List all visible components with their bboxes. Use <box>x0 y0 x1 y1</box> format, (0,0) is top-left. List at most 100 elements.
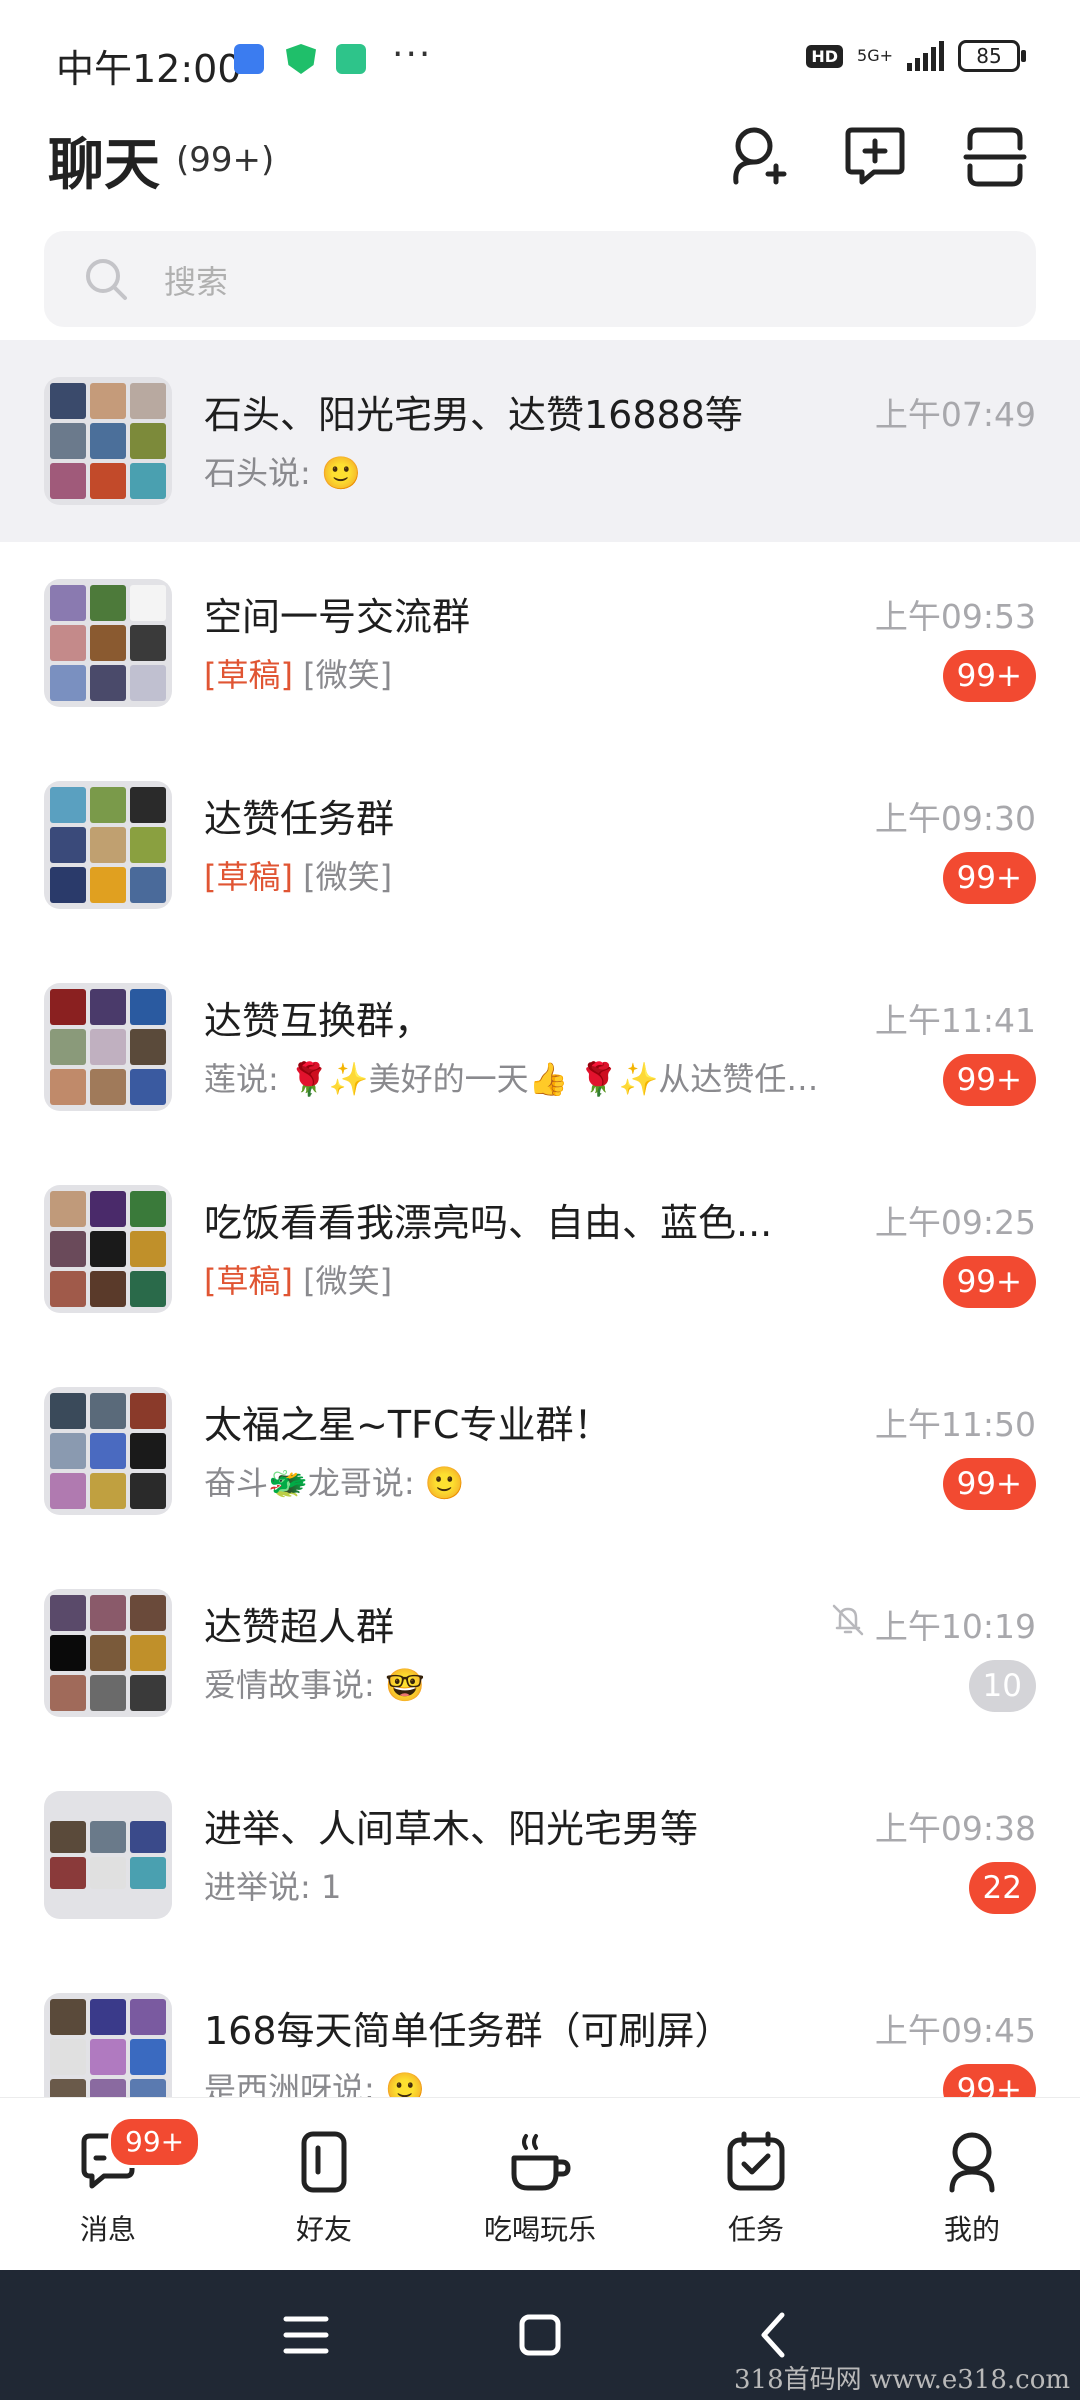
group-avatar <box>44 377 172 505</box>
chat-name: 达赞互换群， <box>204 999 433 1043</box>
chat-time: 上午09:45 <box>874 2011 1036 2050</box>
shield-icon <box>286 44 316 74</box>
chat-preview: [草稿] [微笑] <box>204 852 392 898</box>
tab-unread-badge: 99+ <box>108 2116 202 2168</box>
chat-time: 上午11:50 <box>874 1405 1036 1444</box>
scan-button[interactable] <box>958 120 1032 194</box>
chat-name: 达赞超人群 <box>204 1605 395 1649</box>
chat-time: 上午09:53 <box>874 597 1036 636</box>
chat-name: 太福之星~TFC专业群！ <box>204 1403 612 1447</box>
chat-preview: 奋斗🐲龙哥说: 🙂 <box>204 1464 465 1502</box>
signal-icon <box>907 41 944 71</box>
page-header: 聊天 (99+) <box>0 120 1080 220</box>
group-avatar <box>44 1589 172 1717</box>
chat-name: 吃饭看看我漂亮吗、自由、蓝色... <box>204 1201 773 1245</box>
hd-voice-icon: HD <box>806 44 844 68</box>
chat-item[interactable]: 达赞任务群 上午09:30 [草稿] [微笑] 99+ <box>0 744 1080 946</box>
group-avatar <box>44 983 172 1111</box>
menu-icon[interactable] <box>276 2305 336 2365</box>
tab-label: 消息 <box>79 2213 136 2246</box>
chat-preview: 是西洲呀说: 🙂 <box>204 2070 425 2097</box>
profile-icon <box>949 2132 995 2193</box>
chat-preview: [草稿] [微笑] <box>204 1256 392 1302</box>
battery-indicator: 85 <box>958 40 1026 72</box>
back-icon[interactable] <box>744 2305 804 2365</box>
unread-badge: 99+ <box>942 1458 1036 1510</box>
unread-badge: 99+ <box>942 852 1036 904</box>
coffee-cup-icon <box>511 2134 571 2191</box>
chat-item[interactable]: 168每天简单任务群（可刷屏） 上午09:45 是西洲呀说: 🙂 99+ <box>0 1956 1080 2097</box>
unread-count: (99+) <box>176 140 275 180</box>
group-avatar <box>44 1993 172 2097</box>
unread-badge: 10 <box>968 1660 1036 1712</box>
add-friend-button[interactable] <box>720 120 794 194</box>
chat-item[interactable]: 达赞超人群 上午10:19 爱情故事说: 🤓 10 <box>0 1552 1080 1754</box>
tab-label: 任务 <box>727 2213 784 2246</box>
draft-text: [微笑] <box>303 656 393 694</box>
mute-bell-icon <box>832 1604 864 1636</box>
status-bar: 中午12:00 ··· HD 5G+ 85 <box>0 0 1080 120</box>
draft-text: [微笑] <box>303 1262 393 1300</box>
tab-friends[interactable]: 好友 <box>216 2098 432 2271</box>
chat-preview: [草稿] [微笑] <box>204 650 392 696</box>
chat-item[interactable]: 达赞互换群， 上午11:41 莲说: 🌹✨美好的一天👍 🌹✨从达赞任… 99+ <box>0 946 1080 1148</box>
page-title: 聊天 <box>48 133 160 198</box>
chat-time: 上午11:41 <box>874 1001 1036 1040</box>
unread-badge: 22 <box>968 1862 1036 1914</box>
chat-list[interactable]: 石头、阳光宅男、达赞16888等 上午07:49 石头说: 🙂 空间一号交流群 … <box>0 340 1080 2097</box>
chat-preview: 进举说: 1 <box>204 1868 342 1906</box>
search-input[interactable]: 搜索 <box>44 231 1036 327</box>
unread-badge: 99+ <box>942 2064 1036 2097</box>
tab-label: 我的 <box>943 2213 1000 2246</box>
chat-time: 上午09:25 <box>874 1203 1036 1242</box>
chat-item[interactable]: 吃饭看看我漂亮吗、自由、蓝色... 上午09:25 [草稿] [微笑] 99+ <box>0 1148 1080 1350</box>
chat-item[interactable]: 石头、阳光宅男、达赞16888等 上午07:49 石头说: 🙂 <box>0 340 1080 542</box>
more-notifications-icon: ··· <box>392 34 433 75</box>
app-notification-icon <box>234 44 264 74</box>
chat-name: 石头、阳光宅男、达赞16888等 <box>204 393 743 437</box>
chat-time: 上午10:19 <box>874 1607 1036 1646</box>
group-avatar <box>44 1185 172 1313</box>
unread-badge: 99+ <box>942 1256 1036 1308</box>
network-type: 5G+ <box>857 46 893 65</box>
unread-badge: 99+ <box>942 650 1036 702</box>
tab-label: 好友 <box>295 2213 352 2246</box>
watermark: 318首码网 www.e318.com <box>734 2365 1070 2395</box>
scan-icon <box>963 127 1027 187</box>
contacts-book-icon <box>301 2131 347 2193</box>
chat-preview: 爱情故事说: 🤓 <box>204 1666 425 1704</box>
tab-food-fun[interactable]: 吃喝玩乐 <box>432 2098 648 2271</box>
chat-time: 上午09:30 <box>874 799 1036 838</box>
group-avatar <box>44 1387 172 1515</box>
chat-time: 上午09:38 <box>874 1809 1036 1848</box>
unread-badge: 99+ <box>942 1054 1036 1106</box>
chat-time: 上午07:49 <box>874 395 1036 434</box>
bottom-tab-bar: 99+ 消息 好友 吃喝玩乐 任务 我的 <box>0 2097 1080 2271</box>
draft-text: [微笑] <box>303 858 393 896</box>
chat-preview: 莲说: 🌹✨美好的一天👍 🌹✨从达赞任… <box>204 1060 819 1098</box>
draft-label: [草稿] <box>204 1262 293 1300</box>
group-avatar <box>44 579 172 707</box>
app-notification-icon <box>336 44 366 74</box>
new-chat-icon <box>845 127 905 185</box>
tab-tasks[interactable]: 任务 <box>648 2098 864 2271</box>
tab-me[interactable]: 我的 <box>864 2098 1080 2271</box>
tab-label: 吃喝玩乐 <box>483 2213 596 2246</box>
draft-label: [草稿] <box>204 656 293 694</box>
status-time: 中午12:00 <box>56 47 242 91</box>
chat-item[interactable]: 进举、人间草木、阳光宅男等 上午09:38 进举说: 1 22 <box>0 1754 1080 1956</box>
new-chat-button[interactable] <box>838 120 912 194</box>
search-placeholder: 搜索 <box>164 263 229 301</box>
chat-name: 168每天简单任务群（可刷屏） <box>204 2009 733 2053</box>
draft-label: [草稿] <box>204 858 293 896</box>
home-icon[interactable] <box>510 2305 570 2365</box>
calendar-check-icon <box>727 2131 785 2191</box>
chat-item[interactable]: 空间一号交流群 上午09:53 [草稿] [微笑] 99+ <box>0 542 1080 744</box>
system-nav-bar: 318首码网 www.e318.com <box>0 2270 1080 2400</box>
chat-item[interactable]: 太福之星~TFC专业群！ 上午11:50 奋斗🐲龙哥说: 🙂 99+ <box>0 1350 1080 1552</box>
group-avatar <box>44 1791 172 1919</box>
tab-messages[interactable]: 99+ 消息 <box>0 2098 216 2271</box>
add-friend-icon <box>733 127 787 185</box>
chat-preview: 石头说: 🙂 <box>204 454 361 492</box>
search-icon <box>86 259 127 300</box>
